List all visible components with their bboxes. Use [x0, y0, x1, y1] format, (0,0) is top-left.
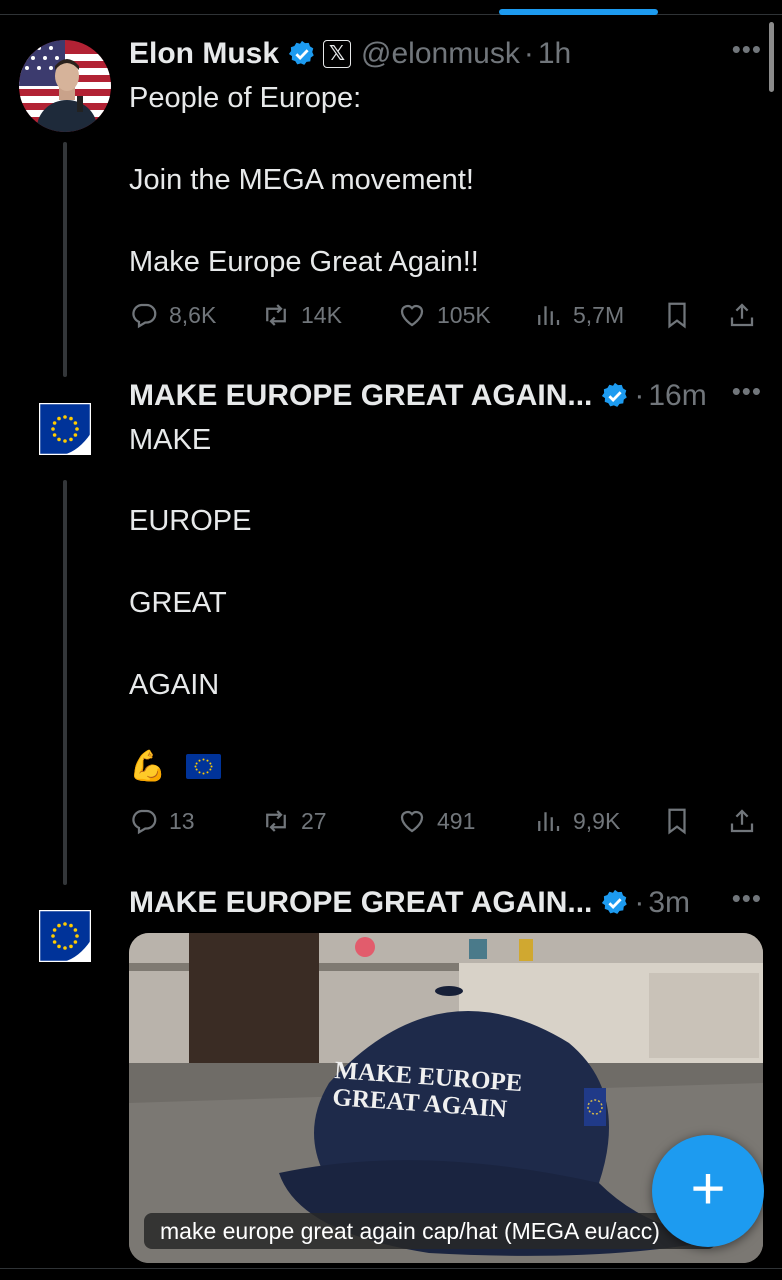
post-text-line: EUROPE	[129, 505, 252, 537]
thread-connector	[63, 142, 67, 377]
verified-icon	[602, 382, 628, 407]
bookmark-icon	[668, 808, 686, 835]
bookmark-icon	[668, 302, 686, 329]
post-time[interactable]: 1h	[538, 37, 571, 71]
top-divider	[0, 14, 782, 15]
reply-button[interactable]: 13	[129, 801, 195, 841]
more-icon[interactable]: •••	[732, 376, 762, 407]
views-count: 5,7M	[573, 301, 625, 328]
compose-post-button[interactable]: +	[652, 1135, 764, 1247]
plus-icon: +	[690, 1155, 726, 1222]
bookmark-button[interactable]	[662, 801, 692, 841]
flexed-biceps-emoji: 💪	[129, 750, 167, 783]
reply-count: 13	[169, 807, 195, 834]
views-button[interactable]: 9,9K	[533, 801, 620, 841]
views-icon	[538, 306, 560, 325]
post-text-line: AGAIN	[129, 669, 220, 701]
separator-dot: ·	[634, 886, 645, 919]
like-icon	[400, 810, 424, 833]
eu-flag-emoji	[186, 754, 221, 779]
repost-count: 27	[301, 807, 327, 834]
views-icon	[538, 812, 560, 831]
repost-button[interactable]: 27	[261, 801, 327, 841]
repost-icon	[266, 810, 286, 832]
reply-count: 8,6K	[169, 301, 217, 328]
like-count: 491	[437, 807, 476, 834]
post-header: Elon Musk 𝕏 @elonmusk · 1h •••	[129, 34, 762, 74]
share-icon	[730, 809, 754, 833]
post-actions: 8,6K 14K 105K 5,7M	[129, 295, 762, 335]
post-header: MAKE EUROPE GREAT AGAIN... · 16m •••	[129, 376, 762, 416]
post-header: MAKE EUROPE GREAT AGAIN... · 3m •••	[129, 883, 762, 923]
reply-icon	[132, 809, 157, 835]
scrollbar-thumb[interactable]	[769, 22, 774, 92]
like-count: 105K	[437, 301, 491, 328]
repost-icon	[266, 304, 286, 326]
post-text-line: MAKE	[129, 424, 212, 456]
author-name[interactable]: MAKE EUROPE GREAT AGAIN...	[129, 379, 592, 413]
separator-dot: ·	[634, 379, 645, 412]
post-actions: 13 27 491 9,9K	[129, 801, 762, 841]
repost-button[interactable]: 14K	[261, 295, 342, 335]
like-button[interactable]: 491	[397, 801, 475, 841]
share-button[interactable]	[727, 801, 757, 841]
thread-connector	[63, 480, 67, 885]
bookmark-button[interactable]	[662, 295, 692, 335]
reply-button[interactable]: 8,6K	[129, 295, 216, 335]
reply-icon	[132, 303, 157, 329]
media-caption: make europe great again cap/hat (MEGA eu…	[144, 1213, 716, 1249]
verified-icon	[602, 889, 628, 914]
avatar-eu-flag[interactable]	[38, 402, 92, 456]
views-button[interactable]: 5,7M	[533, 295, 624, 335]
post-text-line: GREAT	[129, 587, 227, 619]
share-icon	[730, 303, 754, 327]
post-text-line: Make Europe Great Again!!	[129, 246, 479, 278]
active-tab-indicator	[499, 9, 658, 15]
author-name[interactable]: Elon Musk	[129, 37, 279, 71]
repost-count: 14K	[301, 301, 342, 328]
bottom-divider	[0, 1268, 782, 1269]
verified-icon	[288, 40, 314, 65]
separator-dot: ·	[523, 37, 534, 70]
more-icon[interactable]: •••	[732, 883, 762, 914]
share-button[interactable]	[727, 295, 757, 335]
more-icon[interactable]: •••	[732, 34, 762, 65]
author-handle[interactable]: @elonmusk	[361, 37, 520, 71]
avatar-elon-musk[interactable]	[19, 40, 111, 132]
views-count: 9,9K	[573, 807, 621, 834]
post-text-line: Join the MEGA movement!	[129, 164, 474, 196]
like-button[interactable]: 105K	[397, 295, 491, 335]
post-time[interactable]: 16m	[648, 379, 706, 413]
author-name[interactable]: MAKE EUROPE GREAT AGAIN...	[129, 886, 592, 920]
like-icon	[400, 304, 424, 327]
x-affiliation-icon: 𝕏	[323, 40, 352, 68]
post-time[interactable]: 3m	[648, 886, 690, 920]
post-text-line: People of Europe:	[129, 82, 362, 114]
avatar-eu-flag[interactable]	[38, 909, 92, 963]
